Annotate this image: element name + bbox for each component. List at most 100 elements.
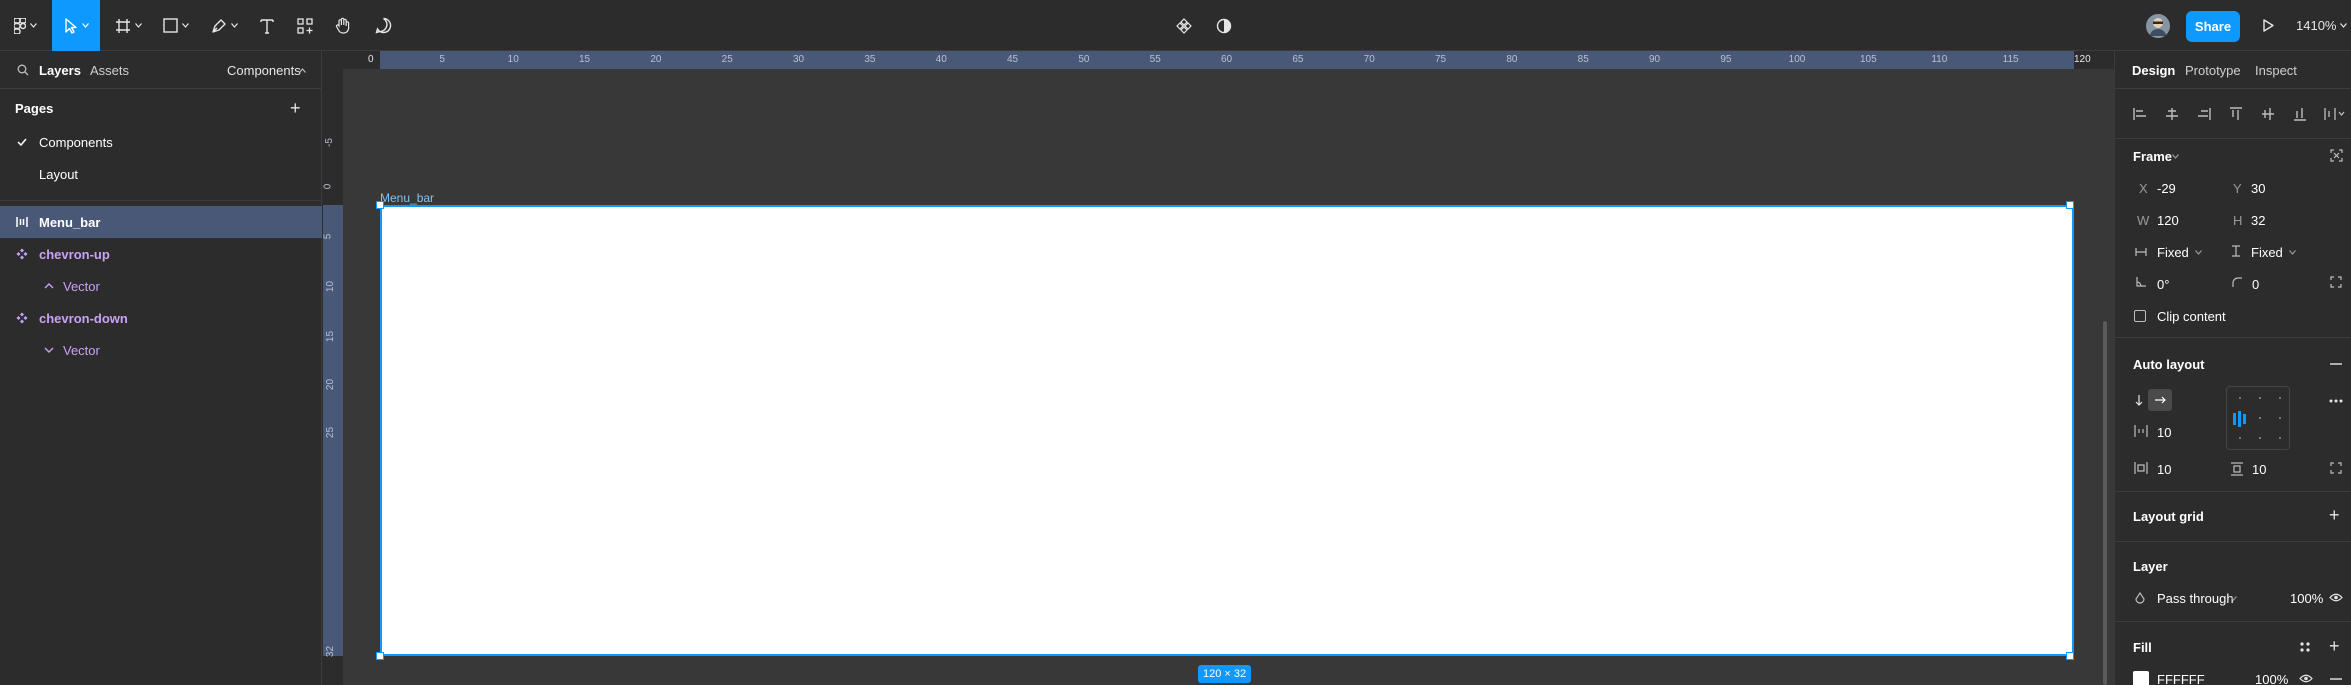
components-toggle-button[interactable]	[1173, 0, 1195, 51]
share-button[interactable]: Share	[2186, 11, 2240, 42]
vertical-padding-input[interactable]: 10	[2252, 462, 2266, 477]
frame-tool-button[interactable]	[108, 0, 148, 51]
align-right-icon[interactable]	[2196, 106, 2212, 122]
blend-mode-select[interactable]: Pass through	[2157, 591, 2234, 606]
alignment-dot[interactable]	[2279, 397, 2281, 399]
vertical-sizing-select[interactable]: Fixed	[2251, 245, 2283, 260]
shape-tool-button[interactable]	[156, 0, 196, 51]
theme-toggle-button[interactable]	[1213, 0, 1235, 51]
chevron-down-icon	[2340, 23, 2348, 28]
individual-padding-icon[interactable]	[2330, 462, 2342, 474]
frame-name-label[interactable]: Menu_bar	[380, 191, 434, 205]
layer-vector-up[interactable]: Vector	[0, 270, 322, 302]
alignment-dot[interactable]	[2259, 417, 2261, 419]
present-button[interactable]	[2258, 0, 2278, 51]
user-avatar-icon	[2146, 14, 2170, 38]
alignment-dot[interactable]	[2259, 397, 2261, 399]
rotation-input[interactable]: 0°	[2157, 277, 2169, 292]
comment-tool-button[interactable]	[368, 0, 398, 51]
align-horizontal-center-icon[interactable]	[2164, 106, 2180, 122]
alignment-dot[interactable]	[2239, 397, 2241, 399]
more-icon[interactable]	[2329, 399, 2343, 403]
ruler-tick-label: 75	[1435, 54, 1447, 65]
main-menu-button[interactable]	[6, 0, 44, 51]
eye-icon[interactable]	[2329, 593, 2343, 602]
chevron-down-icon[interactable]	[2289, 250, 2296, 255]
text-tool-button[interactable]	[252, 0, 282, 51]
alignment-grid[interactable]	[2226, 386, 2290, 450]
remove-fill-icon[interactable]	[2330, 678, 2342, 680]
layer-chevron-down[interactable]: chevron-down	[0, 302, 322, 334]
alignment-dot[interactable]	[2239, 437, 2241, 439]
chevron-down-icon[interactable]	[2195, 250, 2202, 255]
ruler-tick-label: 20	[325, 378, 337, 391]
alignment-toolbar	[2115, 89, 2351, 139]
canvas[interactable]: 0 5 10 15 20 25 30 35 40 45 50 55 60 65 70 75 80 85 90 95 10…	[323, 51, 2114, 685]
fill-color-swatch[interactable]	[2133, 671, 2149, 685]
y-input[interactable]: 30	[2251, 181, 2265, 196]
page-item-layout[interactable]: Layout	[0, 158, 322, 190]
chevron-down-icon[interactable]	[2230, 596, 2237, 601]
clip-content-checkbox[interactable]	[2134, 310, 2146, 322]
ruler-tick-label: 10	[507, 54, 519, 65]
layer-menu-bar[interactable]: Menu_bar	[0, 206, 322, 238]
align-top-icon[interactable]	[2228, 106, 2244, 122]
align-left-icon[interactable]	[2132, 106, 2148, 122]
frame-section-title[interactable]: Frame	[2133, 149, 2172, 164]
menu-bar-frame[interactable]	[380, 205, 2074, 656]
add-page-icon[interactable]: +	[290, 99, 301, 117]
vertical-padding-icon	[2231, 462, 2243, 476]
align-bottom-icon[interactable]	[2292, 106, 2308, 122]
height-input[interactable]: 32	[2251, 213, 2265, 228]
style-grid-icon[interactable]	[2299, 641, 2311, 653]
tab-design[interactable]: Design	[2132, 63, 2175, 78]
corner-radius-icon	[2232, 277, 2242, 287]
independent-corners-icon[interactable]	[2330, 276, 2342, 288]
eye-icon[interactable]	[2299, 674, 2313, 683]
distribute-icon[interactable]	[2323, 106, 2345, 122]
item-spacing-input[interactable]: 10	[2157, 425, 2171, 440]
resize-handle-bottom-right[interactable]	[2066, 652, 2074, 660]
layer-chevron-up[interactable]: chevron-up	[0, 238, 322, 270]
horizontal-padding-input[interactable]: 10	[2157, 462, 2171, 477]
move-tool-button[interactable]	[52, 0, 100, 51]
layer-opacity-input[interactable]: 100%	[2290, 591, 2323, 606]
hand-tool-button[interactable]	[328, 0, 358, 51]
add-fill-icon[interactable]: +	[2329, 637, 2340, 655]
resize-to-fit-icon[interactable]	[2330, 149, 2343, 162]
horizontal-sizing-select[interactable]: Fixed	[2157, 245, 2189, 260]
align-vertical-center-icon[interactable]	[2260, 106, 2276, 122]
alignment-dot[interactable]	[2279, 417, 2281, 419]
arrow-down-icon[interactable]	[2135, 395, 2143, 406]
resize-handle-bottom-left[interactable]	[376, 652, 384, 660]
components-dropdown[interactable]: Components	[227, 63, 301, 78]
tab-prototype[interactable]: Prototype	[2185, 63, 2241, 78]
vertical-scrollbar[interactable]	[2103, 321, 2107, 685]
resources-tool-button[interactable]	[290, 0, 320, 51]
right-panel-tabs: Design Prototype Inspect	[2115, 51, 2351, 89]
avatar[interactable]	[2146, 14, 2170, 38]
add-layout-grid-icon[interactable]: +	[2329, 506, 2340, 524]
page-item-components[interactable]: Components	[0, 126, 322, 158]
pen-tool-button[interactable]	[204, 0, 244, 51]
resize-handle-top-right[interactable]	[2066, 201, 2074, 209]
alignment-dot[interactable]	[2279, 437, 2281, 439]
tab-assets[interactable]: Assets	[90, 63, 129, 78]
corner-radius-input[interactable]: 0	[2252, 277, 2259, 292]
ruler-tick-label: 15	[325, 330, 337, 343]
direction-horizontal-button[interactable]	[2148, 389, 2172, 411]
fill-hex-input[interactable]: FFFFFF	[2157, 672, 2205, 685]
resize-handle-top-left[interactable]	[376, 201, 384, 209]
ruler-tick-label: 60	[1221, 54, 1233, 65]
chevron-down-icon[interactable]	[2172, 154, 2179, 159]
fill-opacity-input[interactable]: 100%	[2255, 672, 2288, 685]
layer-vector-down[interactable]: Vector	[0, 334, 322, 366]
width-input[interactable]: 120	[2157, 213, 2179, 228]
tab-inspect[interactable]: Inspect	[2255, 63, 2297, 78]
remove-icon[interactable]	[2330, 363, 2342, 365]
zoom-menu[interactable]: 1410%	[2296, 0, 2348, 51]
search-icon[interactable]	[17, 64, 29, 76]
alignment-dot[interactable]	[2259, 437, 2261, 439]
tab-layers[interactable]: Layers	[39, 63, 81, 78]
x-input[interactable]: -29	[2157, 181, 2176, 196]
